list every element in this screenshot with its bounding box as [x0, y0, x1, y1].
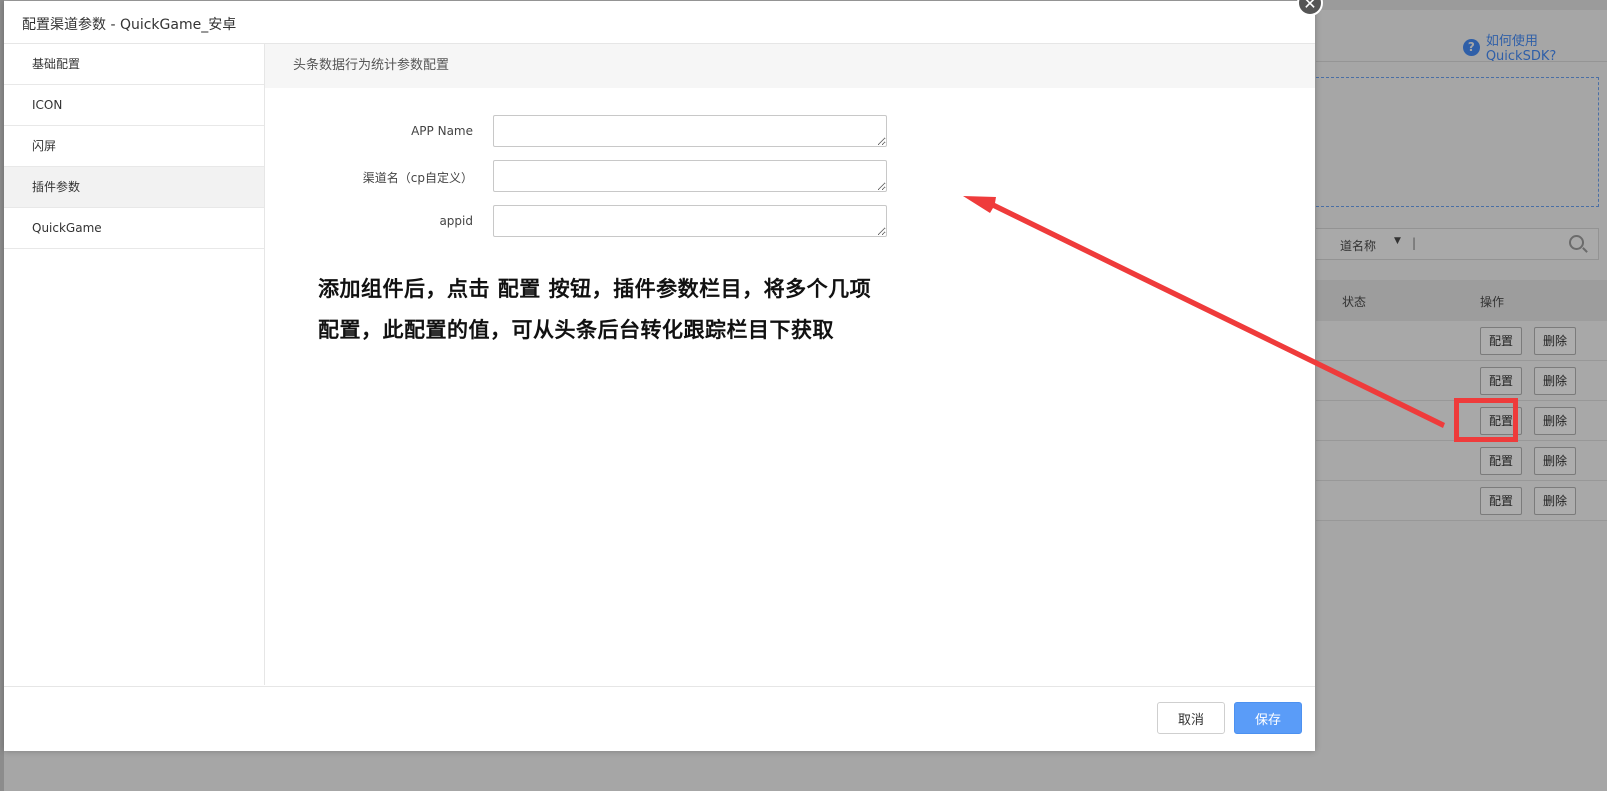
background-divider — [1316, 61, 1607, 62]
config-button[interactable]: 配置 — [1480, 367, 1523, 395]
chevron-down-icon[interactable]: ▼ — [1394, 236, 1401, 246]
config-button[interactable]: 配置 — [1480, 447, 1523, 475]
dialog-main: 头条数据行为统计参数配置 APP Name 渠道名（cp自定义） appid — [265, 44, 1315, 685]
table-row: 配置 删除 — [1316, 481, 1607, 521]
filter-label: 道名称 — [1340, 239, 1377, 253]
sidebar-item-plugin-params[interactable]: 插件参数 — [4, 167, 264, 208]
table-row: 配置 删除 — [1316, 441, 1607, 481]
background-top-strip — [1316, 0, 1607, 10]
form-row-app-name: APP Name — [265, 115, 1315, 149]
table-row: 配置 删除 — [1316, 361, 1607, 401]
delete-button[interactable]: 删除 — [1534, 447, 1577, 475]
delete-button[interactable]: 删除 — [1534, 327, 1577, 355]
config-dialog: 配置渠道参数 - QuickGame_安卓 基础配置 ICON 闪屏 插件参数 … — [4, 1, 1315, 751]
sidebar-item-basic-config[interactable]: 基础配置 — [4, 44, 264, 85]
table-row: 配置 删除 — [1316, 321, 1607, 361]
appid-field[interactable] — [493, 205, 887, 237]
sidebar-item-icon[interactable]: ICON — [4, 85, 264, 126]
dialog-header: 配置渠道参数 - QuickGame_安卓 — [4, 1, 1315, 44]
delete-button[interactable]: 删除 — [1534, 367, 1577, 395]
form-row-appid: appid — [265, 205, 1315, 239]
annotation-text: 添加组件后，点击 配置 按钮，插件参数栏目，将多个几项 配置，此配置的值，可从头… — [318, 269, 958, 351]
annotation-highlight-box — [1454, 398, 1518, 442]
config-button[interactable]: 配置 — [1480, 487, 1523, 515]
sidebar-item-quickgame[interactable]: QuickGame — [4, 208, 264, 249]
sidebar-item-splash[interactable]: 闪屏 — [4, 126, 264, 167]
channel-name-label: 渠道名（cp自定义） — [362, 171, 473, 185]
dialog-sidebar: 基础配置 ICON 闪屏 插件参数 QuickGame — [4, 44, 265, 685]
table-header: 状态 操作 — [1316, 280, 1607, 321]
config-button[interactable]: 配置 — [1480, 327, 1523, 355]
help-link[interactable]: ? 如何使用QuickSDK? — [1463, 30, 1607, 64]
channel-filter[interactable]: 道名称 ▼ | — [1316, 228, 1599, 260]
appid-label: appid — [439, 214, 473, 228]
app-name-label: APP Name — [411, 124, 473, 138]
delete-button[interactable]: 删除 — [1534, 407, 1577, 435]
cancel-button[interactable]: 取消 — [1157, 702, 1225, 734]
search-input-cursor: | — [1412, 236, 1417, 250]
form-row-channel-name: 渠道名（cp自定义） — [265, 160, 1315, 194]
help-link-label: 如何使用QuickSDK? — [1485, 34, 1557, 64]
app-name-field[interactable] — [493, 115, 887, 147]
channel-name-field[interactable] — [493, 160, 887, 192]
search-icon[interactable] — [1569, 235, 1584, 250]
dialog-footer: 取消 保存 — [4, 686, 1315, 752]
upload-dropzone[interactable] — [1316, 77, 1599, 207]
save-button[interactable]: 保存 — [1234, 702, 1302, 734]
dialog-title: 配置渠道参数 - QuickGame_安卓 — [22, 17, 237, 33]
table-header-actions: 操作 — [1480, 295, 1505, 309]
table-header-status: 状态 — [1342, 295, 1367, 309]
annotation-line-1: 添加组件后，点击 配置 按钮，插件参数栏目，将多个几项 — [318, 277, 872, 301]
delete-button[interactable]: 删除 — [1534, 487, 1577, 515]
section-title: 头条数据行为统计参数配置 — [265, 44, 1315, 88]
annotation-line-2: 配置，此配置的值，可从头条后台转化跟踪栏目下获取 — [318, 318, 834, 342]
question-icon: ? — [1463, 38, 1480, 56]
